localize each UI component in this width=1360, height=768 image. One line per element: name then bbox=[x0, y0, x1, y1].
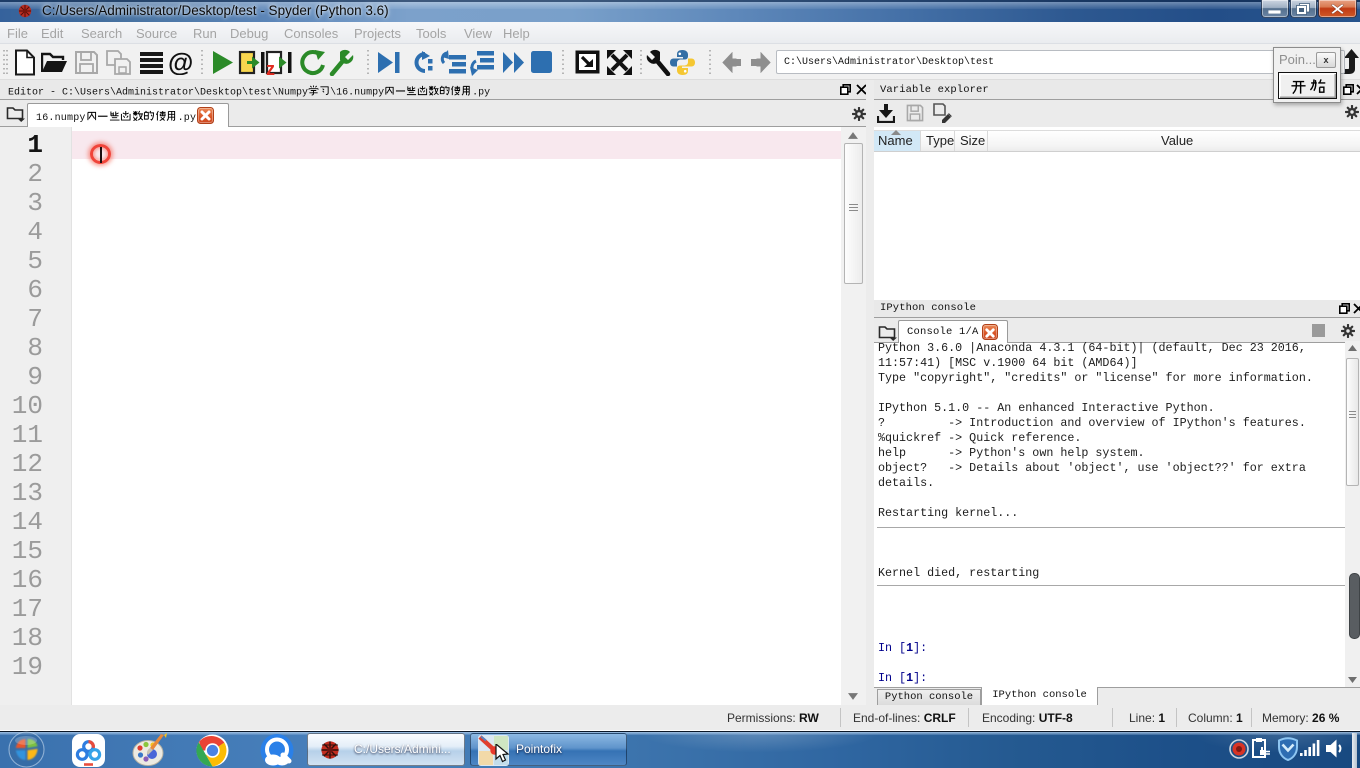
svg-text:@: @ bbox=[168, 50, 193, 75]
svg-text:z: z bbox=[266, 59, 275, 76]
